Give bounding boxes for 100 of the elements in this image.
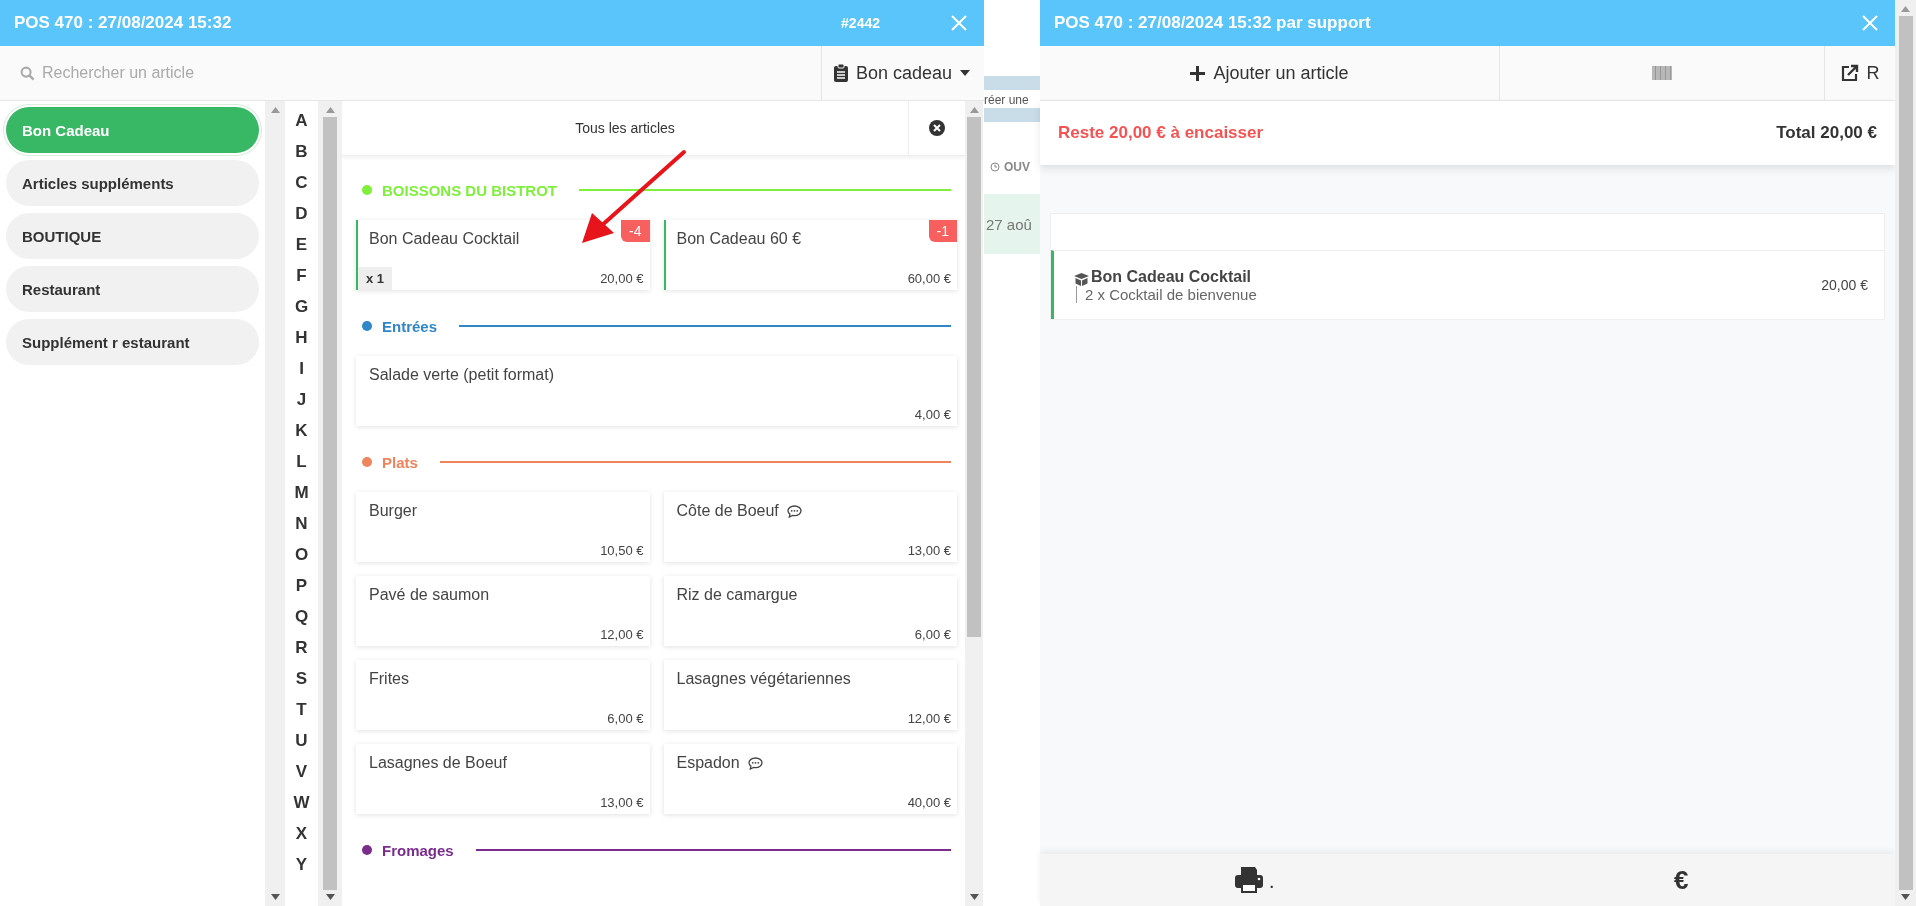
alphabet-letter[interactable]: V: [295, 756, 308, 787]
search-field[interactable]: Rechercher un article: [40, 63, 344, 83]
product-name: Lasagnes végétariennes: [676, 670, 851, 688]
product-name: Burger: [369, 502, 418, 520]
alphabet-letter[interactable]: P: [295, 570, 308, 601]
product-card[interactable]: Bon Cadeau 60 € -1 60,00 €: [663, 220, 957, 290]
product-card[interactable]: Bon Cadeau Cocktail -4 x 1 20,00 €: [356, 220, 650, 290]
alphabet-letter[interactable]: S: [295, 663, 308, 694]
plus-icon: [1190, 65, 1206, 81]
product-price: 12,00 €: [600, 627, 644, 642]
button-text: réer une: [984, 92, 1029, 109]
scrollbar-thumb[interactable]: [967, 117, 981, 637]
product-price: 10,50 €: [600, 543, 644, 558]
barcode-icon: [1652, 66, 1672, 80]
alphabet-letter[interactable]: F: [296, 260, 307, 291]
product-card[interactable]: Côte de Boeuf 13,00 €: [663, 492, 957, 562]
alphabet-letter[interactable]: D: [295, 198, 308, 229]
line-price: 20,00 €: [1821, 277, 1868, 293]
alphabet-letter[interactable]: B: [295, 136, 308, 167]
category-tab[interactable]: Articles suppléments: [6, 160, 259, 206]
add-article-button[interactable]: Ajouter un article: [1040, 46, 1500, 100]
product-card[interactable]: Espadon 40,00 €: [663, 744, 957, 814]
discount-badge: -4: [621, 220, 650, 242]
alphabet-letter[interactable]: X: [295, 818, 308, 849]
alphabet-letter[interactable]: E: [295, 229, 308, 260]
clipboard-icon: [833, 64, 848, 82]
scroll-up-icon[interactable]: [1901, 6, 1910, 12]
product-price: 20,00 €: [600, 271, 644, 286]
box-icon: [1074, 272, 1089, 286]
product-card[interactable]: Lasagnes végétariennes 12,00 €: [663, 660, 957, 730]
product-name: Pavé de saumon: [369, 586, 490, 604]
product-name: Frites: [369, 670, 409, 688]
product-card[interactable]: Lasagnes de Boeuf 13,00 €: [356, 744, 650, 814]
discount-badge: -1: [928, 220, 957, 242]
alphabet-letter[interactable]: O: [294, 539, 309, 570]
product-card[interactable]: Burger 10,50 €: [356, 492, 650, 562]
scroll-down-icon[interactable]: [969, 894, 979, 900]
scroll-down-icon[interactable]: [270, 894, 280, 900]
scroll-up-icon[interactable]: [325, 107, 335, 113]
alphabet-letter[interactable]: Q: [294, 601, 309, 632]
filter-tab[interactable]: Tous les articles: [342, 119, 908, 137]
product-price: 6,00 €: [607, 711, 644, 726]
window-title: POS 470 : 27/08/2024 15:32: [14, 13, 233, 33]
external-link-icon: [1840, 64, 1859, 82]
product-name: Espadon: [676, 754, 740, 772]
category-tab[interactable]: Restaurant: [6, 266, 259, 312]
product-price: 6,00 €: [914, 627, 951, 642]
alphabet-letter[interactable]: G: [294, 291, 309, 322]
section-title: Entrées: [382, 317, 438, 335]
category-tab[interactable]: BOUTIQUE: [6, 213, 259, 259]
product-price: 4,00 €: [914, 407, 951, 422]
alphabet-letter[interactable]: R: [295, 632, 308, 663]
print-button[interactable]: .: [1040, 854, 1468, 906]
order-number: #2442: [841, 15, 880, 31]
alphabet-letter[interactable]: K: [295, 415, 308, 446]
product-price: 12,00 €: [907, 711, 951, 726]
date-text: 27 aoû: [986, 215, 1032, 233]
product-card[interactable]: Riz de camargue 6,00 €: [663, 576, 957, 646]
printer-icon: [1233, 866, 1264, 894]
caret-icon: [960, 70, 970, 76]
remaining-amount: Reste 20,00 € à encaisser: [1058, 123, 1264, 143]
alphabet-letter[interactable]: L: [296, 446, 307, 477]
quantity-badge: x 1: [358, 267, 393, 290]
product-card[interactable]: Pavé de saumon 12,00 €: [356, 576, 650, 646]
category-tab[interactable]: Supplément r estaurant: [6, 319, 259, 365]
section-title: Fromages: [382, 841, 454, 859]
alphabet-letter[interactable]: Y: [295, 849, 308, 880]
alphabet-letter[interactable]: I: [299, 353, 304, 384]
alphabet-letter[interactable]: U: [295, 725, 308, 756]
alphabet-letter[interactable]: W: [293, 787, 310, 818]
alphabet-letter[interactable]: M: [294, 477, 309, 508]
product-card[interactable]: Frites 6,00 €: [356, 660, 650, 730]
alphabet-letter[interactable]: J: [296, 384, 307, 415]
scroll-up-icon[interactable]: [270, 107, 280, 113]
product-price: 13,00 €: [907, 543, 951, 558]
product-name: Riz de camargue: [676, 586, 798, 604]
scroll-up-icon[interactable]: [969, 107, 979, 113]
scroll-down-icon[interactable]: [1901, 894, 1910, 900]
line-detail: 2 x Cocktail de bienvenue: [1076, 285, 1822, 303]
search-icon: [20, 65, 35, 81]
external-link-button[interactable]: R: [1825, 46, 1895, 100]
total-amount: Total 20,00 €: [1776, 123, 1877, 143]
close-icon[interactable]: [929, 120, 945, 136]
alphabet-letter[interactable]: N: [295, 508, 308, 539]
alphabet-letter[interactable]: T: [296, 694, 307, 725]
scrollbar-thumb[interactable]: [323, 117, 337, 890]
product-card[interactable]: Salade verte (petit format) 4,00 €: [356, 356, 957, 426]
product-name: Bon Cadeau Cocktail: [369, 230, 520, 248]
scrollbar-thumb[interactable]: [1898, 16, 1913, 890]
alphabet-letter[interactable]: H: [295, 322, 308, 353]
product-name: Côte de Boeuf: [676, 502, 779, 520]
alphabet-letter[interactable]: C: [295, 167, 308, 198]
alphabet-letter[interactable]: A: [295, 105, 308, 136]
pay-button[interactable]: €: [1467, 854, 1895, 906]
product-price: 13,00 €: [600, 795, 644, 810]
scroll-down-icon[interactable]: [325, 894, 335, 900]
clock-icon: [990, 162, 1000, 172]
section-title: Plats: [382, 453, 418, 471]
product-price: 40,00 €: [907, 795, 951, 810]
section-title: BOISSONS DU BISTROT: [382, 181, 557, 199]
